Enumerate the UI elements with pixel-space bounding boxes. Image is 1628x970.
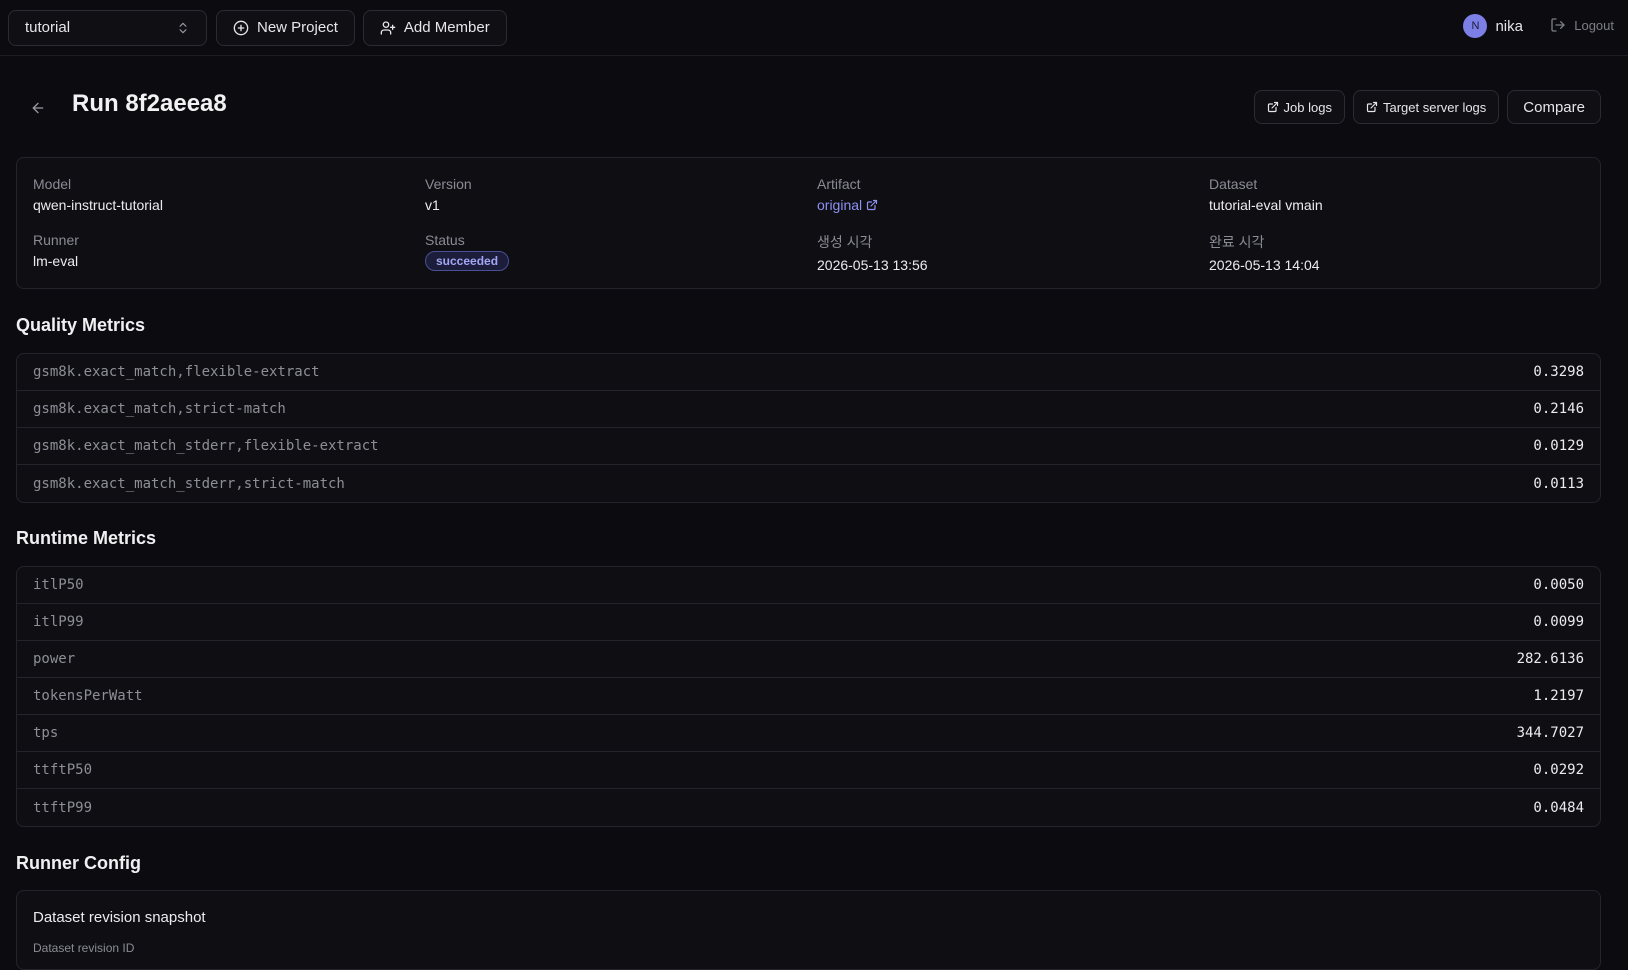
- runner-value: lm-eval: [33, 253, 79, 269]
- target-server-logs-label: Target server logs: [1382, 99, 1487, 115]
- dataset-value: tutorial-eval vmain: [1209, 197, 1323, 213]
- new-project-button[interactable]: New Project: [216, 9, 355, 46]
- username: nika: [1495, 17, 1523, 35]
- table-row: gsm8k.exact_match_stderr,strict-match 0.…: [17, 465, 1600, 502]
- logout-label: Logout: [1574, 17, 1614, 33]
- artifact-value: original: [817, 197, 863, 213]
- status-field: Status succeeded: [425, 232, 805, 271]
- metric-value: 0.0129: [1533, 438, 1584, 454]
- status-label: Status: [425, 232, 465, 248]
- user-plus-icon: [380, 20, 396, 36]
- header-actions: Job logs Target server logs Compare: [1253, 90, 1601, 124]
- metric-key: itlP99: [33, 614, 84, 630]
- metric-value: 1.2197: [1533, 688, 1584, 704]
- plus-circle-icon: [233, 20, 249, 36]
- metric-value: 282.6136: [1516, 651, 1584, 667]
- metric-key: tokensPerWatt: [33, 688, 143, 704]
- created-at-value: 2026-05-13 13:56: [817, 257, 928, 273]
- project-select[interactable]: tutorial: [8, 9, 207, 46]
- metric-key: gsm8k.exact_match,strict-match: [33, 401, 286, 417]
- table-row: tps 344.7027: [17, 715, 1600, 752]
- metric-value: 0.0113: [1533, 475, 1584, 492]
- metric-key: tps: [33, 725, 59, 741]
- table-row: itlP50 0.0050: [17, 567, 1600, 604]
- quality-metrics-title: Quality Metrics: [16, 315, 146, 335]
- model-field: Model qwen-instruct-tutorial: [33, 176, 413, 213]
- metric-key: power: [33, 651, 76, 667]
- model-value: qwen-instruct-tutorial: [33, 197, 163, 213]
- metric-value: 0.2146: [1533, 401, 1584, 417]
- version-label: Version: [425, 176, 472, 192]
- run-info-card: Model qwen-instruct-tutorial Version v1 …: [16, 157, 1601, 289]
- page-title: Run 8f2aeea8: [72, 90, 227, 117]
- metric-value: 0.0484: [1533, 799, 1584, 816]
- created-at-field: 생성 시각 2026-05-13 13:56: [817, 232, 1197, 273]
- add-member-label: Add Member: [403, 19, 490, 36]
- metric-key: ttftP99: [33, 799, 93, 816]
- metric-value: 0.0292: [1533, 762, 1584, 778]
- metric-key: itlP50: [33, 577, 84, 593]
- avatar: N: [1463, 14, 1488, 38]
- artifact-field: Artifact original: [817, 176, 1197, 213]
- dataset-field: Dataset tutorial-eval vmain: [1209, 176, 1589, 213]
- status-badge: succeeded: [425, 251, 510, 271]
- new-project-label: New Project: [257, 19, 338, 36]
- logout-button[interactable]: Logout: [1550, 17, 1614, 33]
- dataset-revision-title: Dataset revision snapshot: [33, 909, 206, 926]
- logout-icon: [1550, 17, 1566, 33]
- version-field: Version v1: [425, 176, 805, 213]
- runner-config-title: Runner Config: [16, 853, 141, 873]
- dataset-label: Dataset: [1209, 176, 1258, 192]
- top-bar: tutorial New Project Add Member N nika L…: [0, 0, 1628, 56]
- version-value: v1: [425, 197, 440, 213]
- metric-value: 0.3298: [1533, 364, 1584, 380]
- dataset-revision-card: Dataset revision snapshot Dataset revisi…: [16, 890, 1601, 970]
- add-member-button[interactable]: Add Member: [362, 9, 507, 46]
- chevrons-up-down-icon: [176, 21, 190, 35]
- model-label: Model: [33, 176, 72, 192]
- metric-key: gsm8k.exact_match_stderr,strict-match: [33, 475, 345, 492]
- completed-at-label: 완료 시각: [1209, 234, 1265, 250]
- metric-value: 0.0099: [1533, 614, 1584, 630]
- table-row: gsm8k.exact_match_stderr,flexible-extrac…: [17, 428, 1600, 465]
- job-logs-button[interactable]: Job logs: [1253, 90, 1345, 124]
- table-row: power 282.6136: [17, 641, 1600, 678]
- runner-label: Runner: [33, 232, 79, 248]
- metric-value: 0.0050: [1533, 577, 1584, 593]
- external-link-icon: [866, 199, 878, 211]
- metric-value: 344.7027: [1516, 725, 1584, 741]
- created-at-label: 생성 시각: [817, 234, 873, 250]
- runtime-metrics-title: Runtime Metrics: [16, 528, 157, 548]
- table-row: ttftP50 0.0292: [17, 752, 1600, 789]
- dataset-revision-id-label: Dataset revision ID: [33, 941, 135, 955]
- runtime-metrics-table: itlP50 0.0050 itlP99 0.0099 power 282.61…: [16, 566, 1601, 827]
- job-logs-label: Job logs: [1283, 99, 1332, 115]
- artifact-label: Artifact: [817, 176, 861, 192]
- page-header: Run 8f2aeea8 Job logs Target server logs…: [0, 86, 1628, 126]
- compare-label: Compare: [1523, 98, 1585, 116]
- table-row: gsm8k.exact_match,strict-match 0.2146: [17, 391, 1600, 428]
- completed-at-value: 2026-05-13 14:04: [1209, 257, 1320, 273]
- metric-key: gsm8k.exact_match_stderr,flexible-extrac…: [33, 438, 379, 454]
- external-link-icon: [1366, 101, 1378, 113]
- runner-field: Runner lm-eval: [33, 232, 413, 269]
- quality-metrics-table: gsm8k.exact_match,flexible-extract 0.329…: [16, 353, 1601, 503]
- compare-button[interactable]: Compare: [1507, 90, 1601, 124]
- metric-key: ttftP50: [33, 762, 93, 778]
- table-row: tokensPerWatt 1.2197: [17, 678, 1600, 715]
- arrow-left-icon[interactable]: [30, 100, 46, 116]
- target-server-logs-button[interactable]: Target server logs: [1352, 90, 1500, 124]
- table-row: itlP99 0.0099: [17, 604, 1600, 641]
- artifact-link[interactable]: original: [817, 197, 1197, 213]
- metric-key: gsm8k.exact_match,flexible-extract: [33, 364, 320, 380]
- user-menu[interactable]: N nika: [1463, 14, 1523, 38]
- table-row: ttftP99 0.0484: [17, 789, 1600, 826]
- external-link-icon: [1267, 101, 1279, 113]
- table-row: gsm8k.exact_match,flexible-extract 0.329…: [17, 354, 1600, 391]
- completed-at-field: 완료 시각 2026-05-13 14:04: [1209, 232, 1589, 273]
- project-select-label: tutorial: [25, 19, 71, 36]
